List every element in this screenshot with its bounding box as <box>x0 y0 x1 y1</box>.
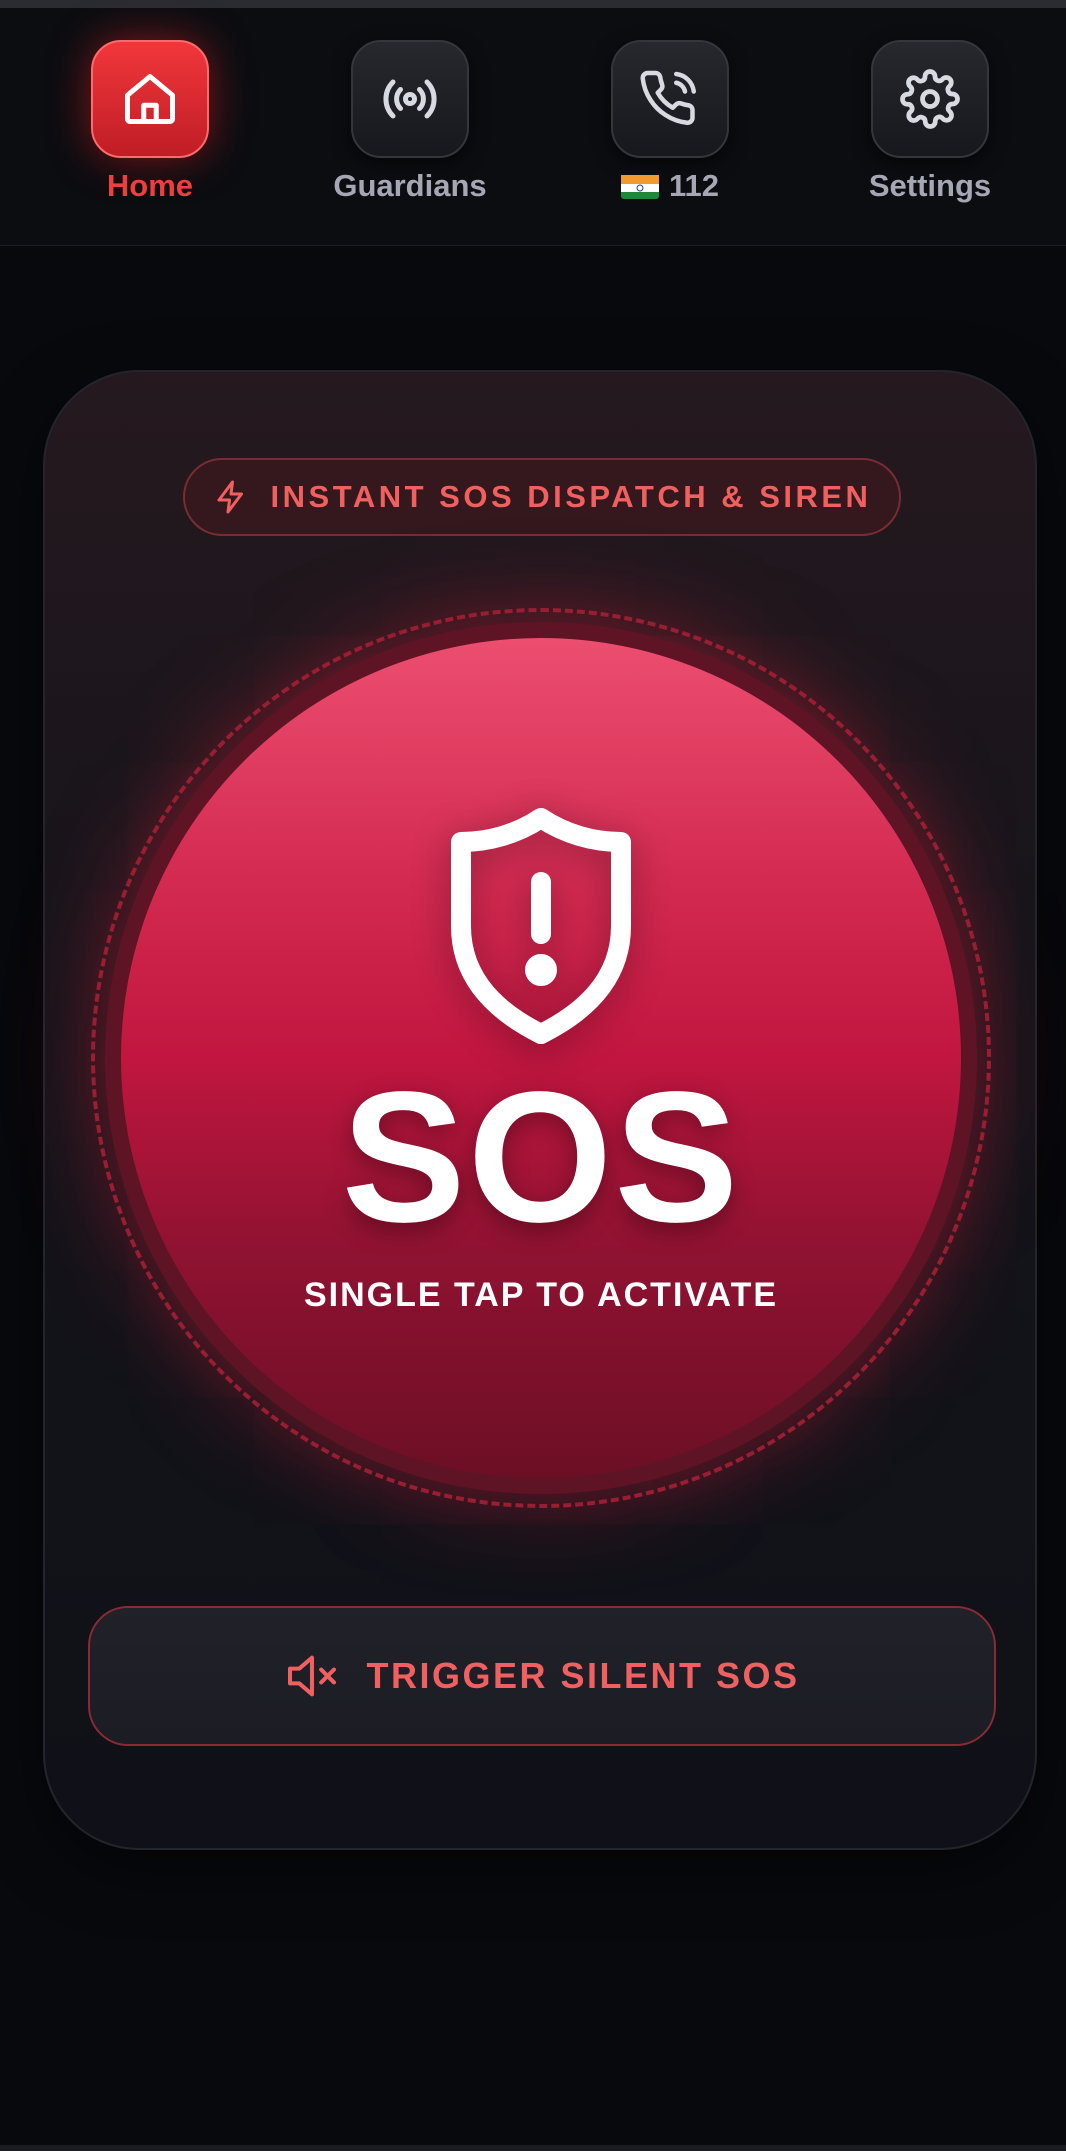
india-flag-icon <box>620 173 659 199</box>
dispatch-badge: INSTANT SOS DISPATCH & SIREN <box>183 458 901 536</box>
nav-item-home[interactable]: Home <box>50 40 250 220</box>
sos-card: INSTANT SOS DISPATCH & SIREN SOS SINGLE … <box>43 370 1037 1850</box>
nav-item-settings[interactable]: Settings <box>830 40 1030 220</box>
sos-subtitle: SINGLE TAP TO ACTIVATE <box>303 1276 779 1314</box>
guardians-button[interactable] <box>351 40 469 158</box>
bottom-strip <box>0 2145 1066 2151</box>
sos-button[interactable]: SOS SINGLE TAP TO ACTIVATE <box>121 638 961 1478</box>
silent-sos-button[interactable]: TRIGGER SILENT SOS <box>88 1606 996 1746</box>
nav-label-guardians: Guardians <box>333 168 487 203</box>
silent-sos-label: TRIGGER SILENT SOS <box>366 1655 800 1696</box>
lightning-icon <box>217 480 243 514</box>
sos-title: SOS <box>341 1054 741 1261</box>
broadcast-icon <box>383 79 437 119</box>
nav-item-guardians[interactable]: Guardians <box>310 40 510 220</box>
home-icon <box>125 74 175 124</box>
mute-speaker-icon <box>288 1655 337 1697</box>
nav-item-emergency-call[interactable]: 112 <box>570 40 770 220</box>
nav-label-emergency: 112 <box>620 168 719 204</box>
dispatch-badge-text: INSTANT SOS DISPATCH & SIREN <box>270 479 872 514</box>
nav-label-home: Home <box>106 168 194 203</box>
top-navigation: Home Guardians 112 Settings <box>0 8 1066 246</box>
home-button[interactable] <box>91 40 209 158</box>
phone-call-icon <box>640 70 696 125</box>
settings-button[interactable] <box>871 40 989 158</box>
emergency-number: 112 <box>668 168 719 203</box>
gear-icon <box>900 69 960 129</box>
emergency-call-button[interactable] <box>611 40 729 158</box>
nav-label-settings: Settings <box>868 168 992 203</box>
shield-alert-icon <box>451 808 631 1044</box>
status-strip <box>0 0 1066 8</box>
